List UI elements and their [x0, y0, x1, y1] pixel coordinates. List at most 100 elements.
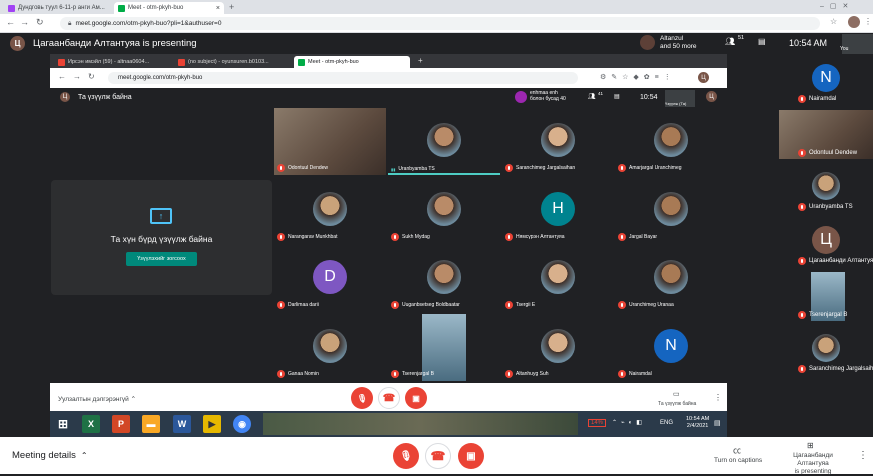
participant-name: Odontuul Dendew [277, 164, 328, 172]
mic-muted-icon [618, 370, 626, 378]
inner-tab: (no subject) - oyunsuren.b0103... [174, 56, 292, 68]
gmail-icon [58, 58, 65, 66]
inner-extension-icons: ⚙✎☆◆✿≡⋮ [600, 74, 676, 81]
strip-tile[interactable]: Odontuul Dendew [779, 110, 873, 159]
participant-name: Uranbyamba TS [798, 203, 853, 211]
presenting-panel: ↑ Та хүн бүрд үзүүлж байна Үзүүлэхийг зо… [51, 180, 272, 295]
inner-joined-avatar [515, 91, 527, 103]
participant-name: Цагаанбанди Алтантуяа [798, 257, 873, 265]
strip-tile[interactable]: Saranchimeg Jargalsaihan [779, 326, 873, 375]
profile-avatar[interactable] [848, 16, 860, 28]
camera-off-button[interactable]: ▣ [458, 443, 484, 469]
tab-favicon-icon [8, 4, 15, 12]
audio-level-icon: ▮▮ [391, 166, 396, 172]
browser-tab[interactable]: Дундговь туул 6-11-р анги Ам... [4, 2, 112, 14]
captions-button-label[interactable]: Turn on captions [714, 457, 762, 464]
inner-present-icon: ▭ [673, 391, 680, 398]
meet-favicon-icon [298, 58, 305, 66]
participant-name: Jargal Bayar [618, 233, 657, 241]
mic-muted-icon [391, 301, 399, 309]
bookmark-star-icon[interactable]: ☆ [830, 17, 837, 26]
participant-photo [427, 123, 461, 158]
presenting-title: Цагаанбанди Алтантуяа is presenting [33, 38, 197, 49]
strip-tile[interactable]: Uranbyamba TS [779, 164, 873, 213]
mic-off-icon: 🎙︎ [399, 450, 413, 462]
participant-name: Нямсүрэн Алтантуяа [505, 233, 565, 241]
strip-tile[interactable]: N Nairamdal [779, 56, 873, 105]
inner-new-tab-icon: + [418, 56, 423, 65]
participant-name: Tserenjargal B [391, 370, 434, 378]
participant-name: Odontuul Dendew [798, 149, 857, 157]
browser-tab-active[interactable]: Meet - otm-pkyh-buo × [114, 2, 224, 14]
participant-tile: Odontuul Dendew [274, 108, 386, 175]
camera-off-icon: ▣ [466, 450, 476, 462]
participant-photo [313, 329, 347, 364]
inner-people-icon: 👥︎ [588, 94, 596, 100]
inner-joined-label: enhmaa enh болон бусад 40 [530, 90, 566, 102]
participant-tile: ▮▮ Uranbyamba TS [388, 108, 500, 175]
participant-tile: H Нямсүрэн Алтантуяа [502, 177, 614, 244]
participant-name: Sukh Mydag [391, 233, 430, 241]
mic-muted-icon [505, 233, 513, 241]
mic-muted-icon [391, 233, 399, 241]
hangup-button[interactable]: ☎︎ [425, 443, 451, 469]
inner-profile-avatar: Ц [698, 72, 709, 83]
participant-name: Saranchimeg Jargalsaihan [798, 365, 873, 373]
participant-name: Narangarav Munkhbat [277, 233, 337, 241]
mic-muted-icon [391, 370, 399, 378]
mic-muted-icon [505, 301, 513, 309]
participant-tile: Jargal Bayar [615, 177, 727, 244]
participant-photo [427, 260, 461, 295]
presenting-status-button[interactable]: Цагаанбанди Алтантуяа is presenting [778, 452, 848, 476]
menu-icon[interactable]: ⋮ [864, 17, 872, 26]
url-bar[interactable]: 🔒︎ meet.google.com/otm-pkyh-buo?pli=1&au… [60, 17, 820, 30]
forward-icon[interactable]: → [20, 17, 29, 27]
tab-label: Дундговь туул 6-11-р анги Ам... [18, 5, 105, 11]
tab-label: Meet - otm-pkyh-buo [128, 5, 184, 11]
speaking-indicator [388, 173, 500, 175]
chevron-up-icon: ⌃ [130, 396, 137, 403]
new-tab-button[interactable]: + [229, 2, 234, 12]
inner-url: meet.google.com/otm-pkyh-buo [108, 72, 578, 84]
taskbar-clock: 10:54 AM 2/4/2021 [686, 416, 710, 429]
participant-photo [427, 192, 461, 227]
present-screen-icon: ↑ [150, 208, 172, 224]
mic-muted-icon [505, 164, 513, 172]
participant-name: Nairamdal [798, 95, 836, 103]
participant-tile: Amarjargal Uranchimeg [615, 108, 727, 175]
inner-tab-active: Meet - otm-pkyh-buo [294, 56, 410, 68]
captions-icon[interactable]: ㏄ [733, 445, 741, 456]
participant-photo [654, 123, 688, 158]
strip-tile[interactable]: Ц Цагаанбанди Алтантуяа [779, 218, 873, 267]
mic-off-button[interactable]: 🎙︎ [393, 443, 419, 469]
meeting-details-button[interactable]: Meeting details ⌃ [12, 450, 88, 461]
close-tab-icon[interactable]: × [216, 5, 220, 12]
strip-tile[interactable]: Tserenjargal B [779, 272, 873, 321]
chat-icon[interactable]: ▤ [758, 37, 766, 46]
more-options-icon[interactable]: ⋮ [858, 450, 868, 461]
participant-photo [812, 333, 840, 362]
back-icon[interactable]: ← [6, 17, 15, 27]
participant-name: Amarjargal Uranchimeg [618, 164, 682, 172]
reload-icon[interactable]: ↻ [36, 17, 44, 28]
participant-name: Altanhuyg Suh [505, 370, 549, 378]
window-controls[interactable]: –▢✕ [820, 2, 854, 10]
participant-tile: Tsergii E [502, 245, 614, 312]
people-count: 51 [738, 35, 745, 41]
url-text: meet.google.com/otm-pkyh-buo?pli=1&authu… [75, 20, 222, 27]
mic-muted-icon [277, 164, 285, 172]
people-icon[interactable]: 👥︎ [725, 37, 735, 46]
inner-presenting-status: Та үзүүлж байна [658, 401, 697, 407]
inner-self-label: Үзүүлж (Та) [665, 101, 687, 106]
hangup-icon: ☎︎ [430, 449, 446, 463]
others-label: Altanzul and 50 more [660, 35, 697, 50]
meet-favicon-icon [118, 4, 125, 12]
powerpoint-icon: P [112, 415, 130, 433]
participant-tile: Uranchimeg Uranaa [615, 245, 727, 312]
inner-hangup-icon: ☎︎ [378, 387, 400, 409]
notification-icon: ▤ [714, 420, 721, 427]
present-icon[interactable]: ⊞ [807, 441, 814, 450]
mic-muted-icon [798, 365, 806, 373]
participant-tile: Tserenjargal B [388, 314, 500, 381]
participant-photo [541, 123, 575, 158]
